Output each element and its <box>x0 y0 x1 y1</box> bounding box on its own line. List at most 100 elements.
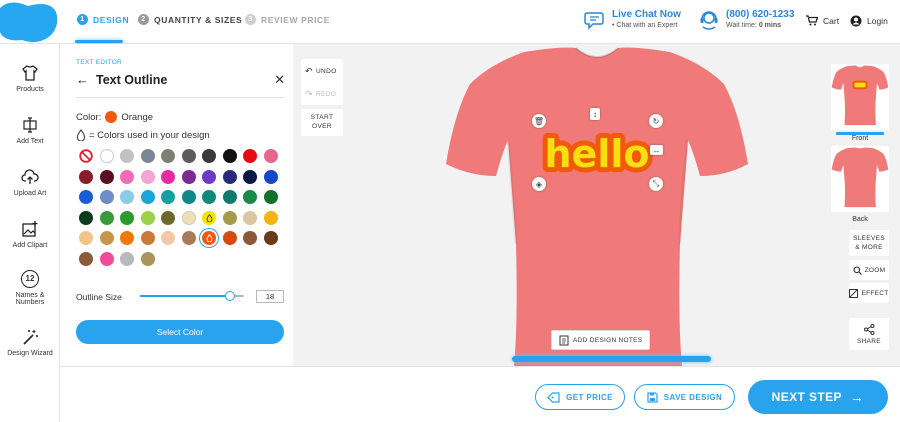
color-swatch[interactable] <box>222 169 237 184</box>
color-swatch[interactable] <box>120 231 134 246</box>
color-swatch[interactable] <box>202 210 216 225</box>
get-price-button[interactable]: GET PRICE <box>535 384 625 410</box>
clipart-icon <box>22 221 38 237</box>
outline-size-input[interactable]: 18 <box>256 290 284 303</box>
color-swatch[interactable] <box>181 231 196 246</box>
notes-icon <box>559 335 569 345</box>
horizontal-resize-handle-icon[interactable]: ↔ <box>650 145 663 155</box>
save-design-button[interactable]: SAVE DESIGN <box>634 384 735 410</box>
view-back[interactable]: Back <box>831 146 889 223</box>
brand-logo[interactable] <box>0 0 58 44</box>
rotate-handle-icon[interactable]: ↻ <box>649 114 663 128</box>
color-swatch[interactable] <box>222 190 237 205</box>
color-swatch[interactable] <box>99 169 114 184</box>
color-swatch[interactable] <box>263 231 278 246</box>
color-swatch[interactable] <box>181 190 196 205</box>
color-swatch[interactable] <box>161 210 175 225</box>
color-swatch[interactable] <box>263 210 278 225</box>
rail-upload-art[interactable]: Upload Art <box>0 168 60 197</box>
color-swatch[interactable] <box>181 149 196 163</box>
color-swatch[interactable] <box>263 149 278 163</box>
color-swatch[interactable] <box>243 169 257 184</box>
view-front[interactable]: Front <box>831 64 889 142</box>
text-icon <box>23 117 37 133</box>
color-swatch[interactable] <box>243 149 257 163</box>
color-swatch[interactable] <box>161 149 175 163</box>
outline-size-slider[interactable] <box>140 291 244 301</box>
color-swatch[interactable] <box>140 169 155 184</box>
color-swatch[interactable] <box>99 149 114 163</box>
color-swatch[interactable] <box>243 210 257 225</box>
color-swatch[interactable] <box>79 231 93 246</box>
color-swatch[interactable] <box>202 149 216 163</box>
color-swatch-cell <box>243 149 264 170</box>
color-swatch[interactable] <box>202 231 216 246</box>
no-color-swatch[interactable] <box>79 149 93 163</box>
color-swatch[interactable] <box>140 210 155 225</box>
color-swatch[interactable] <box>79 190 93 205</box>
effect-button[interactable]: EFFECT <box>849 283 889 303</box>
color-swatch[interactable] <box>161 190 175 205</box>
color-swatch[interactable] <box>120 169 134 184</box>
color-swatch[interactable] <box>79 251 93 266</box>
color-swatch[interactable] <box>99 210 114 225</box>
rail-add-clipart[interactable]: Add Clipart <box>0 220 60 249</box>
share-button[interactable]: SHARE <box>849 318 889 350</box>
color-swatch[interactable] <box>120 149 134 163</box>
color-swatch[interactable] <box>161 231 175 246</box>
color-swatch[interactable] <box>79 169 93 184</box>
color-swatch[interactable] <box>120 210 134 225</box>
color-swatch[interactable] <box>120 251 134 266</box>
color-swatch-cell <box>161 231 182 252</box>
step-quantity-sizes[interactable]: 2 QUANTITY & SIZES <box>138 14 242 25</box>
zoom-button[interactable]: ZOOM <box>849 260 889 280</box>
cart-link[interactable]: Cart <box>806 15 839 26</box>
color-swatch[interactable] <box>222 231 237 246</box>
next-step-button[interactable]: NEXT STEP → <box>748 380 888 414</box>
rail-add-text[interactable]: Add Text <box>0 116 60 145</box>
color-swatch[interactable] <box>243 231 257 246</box>
color-swatch[interactable] <box>99 251 114 266</box>
color-swatch[interactable] <box>140 190 155 205</box>
rail-products[interactable]: Products <box>0 64 60 93</box>
redo-button[interactable]: ↷ REDO <box>305 89 336 100</box>
step-review-price[interactable]: 3 REVIEW PRICE <box>245 14 330 25</box>
start-over-button[interactable]: START OVER <box>301 109 343 136</box>
color-swatch-cell <box>202 169 223 191</box>
color-swatch[interactable] <box>99 190 114 205</box>
select-color-button[interactable]: Select Color <box>76 320 284 344</box>
color-swatch[interactable] <box>140 231 155 246</box>
arrow-right-icon: → <box>849 389 865 405</box>
color-swatch[interactable] <box>181 210 196 225</box>
close-icon[interactable]: ✕ <box>274 72 285 88</box>
color-swatch[interactable] <box>202 169 216 184</box>
login-link[interactable]: Login <box>850 15 888 27</box>
vertical-resize-handle-icon[interactable]: ↕ <box>590 108 600 120</box>
layer-handle-icon[interactable]: ◈ <box>532 177 546 191</box>
color-swatch[interactable] <box>99 231 114 246</box>
selected-design-text[interactable]: hello hello 🗑 ↕ ↻ ↔ ◈ ⤡ <box>532 108 663 191</box>
step-design[interactable]: 1 DESIGN <box>77 14 129 25</box>
color-swatch[interactable] <box>140 251 155 266</box>
color-swatch[interactable] <box>140 149 155 163</box>
rail-design-wizard[interactable]: Design Wizard <box>0 328 60 357</box>
undo-button[interactable]: ↶ UNDO <box>305 66 337 77</box>
color-swatch[interactable] <box>263 169 278 184</box>
color-swatch[interactable] <box>120 190 134 205</box>
add-design-notes-button[interactable]: ADD DESIGN NOTES <box>551 330 651 350</box>
scale-handle-icon[interactable]: ⤡ <box>649 177 663 191</box>
color-swatch[interactable] <box>181 169 196 184</box>
color-swatch[interactable] <box>263 190 278 205</box>
sleeves-more-button[interactable]: SLEEVES & MORE <box>849 230 889 256</box>
delete-handle-icon[interactable]: 🗑 <box>532 114 546 128</box>
color-swatch[interactable] <box>222 149 237 163</box>
color-swatch[interactable] <box>202 190 216 205</box>
color-swatch[interactable] <box>222 210 237 225</box>
color-swatch-cell <box>181 210 203 232</box>
color-swatch[interactable] <box>161 169 175 184</box>
back-arrow-icon[interactable]: ← <box>76 72 89 87</box>
outline-slider-handle[interactable] <box>225 291 236 301</box>
color-swatch[interactable] <box>79 210 93 225</box>
color-swatch[interactable] <box>243 190 257 205</box>
rail-names-numbers[interactable]: 12 Names & Numbers <box>0 270 60 306</box>
